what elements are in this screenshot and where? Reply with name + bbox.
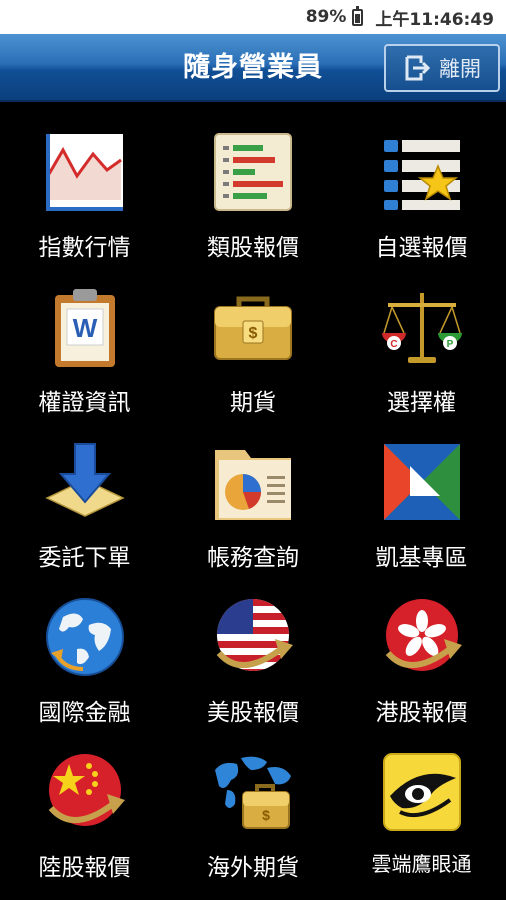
menu-label: 指數行情 xyxy=(38,235,131,261)
status-bar: 89% 上午11:46:49 xyxy=(0,0,506,34)
menu-item-sector-quotes[interactable]: 類股報價 xyxy=(169,120,337,275)
menu-grid: 指數行情 類股報價 自選報價 W 權證資訊 $ 期貨 C P 選擇權 委託下單 … xyxy=(0,120,506,895)
menu-item-options[interactable]: C P 選擇權 xyxy=(337,275,506,430)
menu-label: 權證資訊 xyxy=(38,390,131,416)
battery-icon xyxy=(352,5,364,26)
menu-label: 期貨 xyxy=(230,390,276,416)
menu-item-us-stocks[interactable]: 美股報價 xyxy=(169,585,337,740)
menu-label: 凱基專區 xyxy=(375,545,468,571)
menu-label: 自選報價 xyxy=(375,235,468,261)
clipboard-document-icon: W xyxy=(54,289,115,367)
logout-label: 離開 xyxy=(439,57,481,81)
menu-label: 港股報價 xyxy=(375,700,468,726)
svg-text:P: P xyxy=(446,339,453,350)
menu-item-kgi-zone[interactable]: 凱基專區 xyxy=(337,430,506,585)
star-list-icon xyxy=(383,140,460,210)
download-arrow-icon xyxy=(44,443,125,517)
menu-label: 類股報價 xyxy=(207,235,299,261)
menu-label: 美股報價 xyxy=(207,700,299,726)
clock: 上午11:46:49 xyxy=(375,9,494,30)
menu-item-overseas-futures[interactable]: $ 海外期貨 xyxy=(169,740,337,895)
menu-item-place-order[interactable]: 委託下單 xyxy=(0,430,169,585)
china-flag-icon xyxy=(48,754,125,826)
title-bar: 隨身營業員 離開 xyxy=(0,34,506,102)
battery-level: 89% xyxy=(305,7,347,27)
svg-text:$: $ xyxy=(262,807,270,823)
bar-list-icon xyxy=(214,133,292,211)
menu-label: 選擇權 xyxy=(387,390,456,416)
menu-label: 委託下單 xyxy=(38,545,131,571)
hk-flag-icon xyxy=(385,599,462,671)
menu-item-china-stocks[interactable]: 陸股報價 xyxy=(0,740,169,895)
menu-item-warrant-info[interactable]: W 權證資訊 xyxy=(0,275,169,430)
menu-label: 雲端鷹眼通 xyxy=(371,852,472,876)
balance-scale-icon: C P xyxy=(381,293,462,363)
globe-icon xyxy=(45,598,124,676)
line-chart-icon xyxy=(45,134,123,211)
exit-door-icon xyxy=(405,55,431,81)
logout-button[interactable]: 離開 xyxy=(384,44,500,92)
svg-text:C: C xyxy=(390,339,397,350)
svg-text:W: W xyxy=(72,313,97,343)
menu-item-index-quotes[interactable]: 指數行情 xyxy=(0,120,169,275)
menu-label: 國際金融 xyxy=(38,700,131,726)
menu-item-account-inquiry[interactable]: 帳務查詢 xyxy=(169,430,337,585)
menu-item-hk-stocks[interactable]: 港股報價 xyxy=(337,585,506,740)
menu-label: 海外期貨 xyxy=(207,855,299,881)
menu-item-international-finance[interactable]: 國際金融 xyxy=(0,585,169,740)
briefcase-dollar-icon: $ xyxy=(214,296,292,360)
svg-text:$: $ xyxy=(249,325,258,342)
us-flag-icon xyxy=(216,599,293,671)
world-briefcase-icon: $ xyxy=(215,756,291,829)
kgi-logo-icon xyxy=(383,444,460,520)
folder-pie-chart-icon xyxy=(215,450,291,520)
menu-item-cloud-eagle-eye[interactable]: 雲端鷹眼通 xyxy=(337,740,506,895)
menu-label: 帳務查詢 xyxy=(207,545,299,571)
menu-item-futures[interactable]: $ 期貨 xyxy=(169,275,337,430)
eagle-eye-icon xyxy=(382,753,461,831)
menu-label: 陸股報價 xyxy=(38,855,131,881)
menu-item-watchlist[interactable]: 自選報價 xyxy=(337,120,506,275)
